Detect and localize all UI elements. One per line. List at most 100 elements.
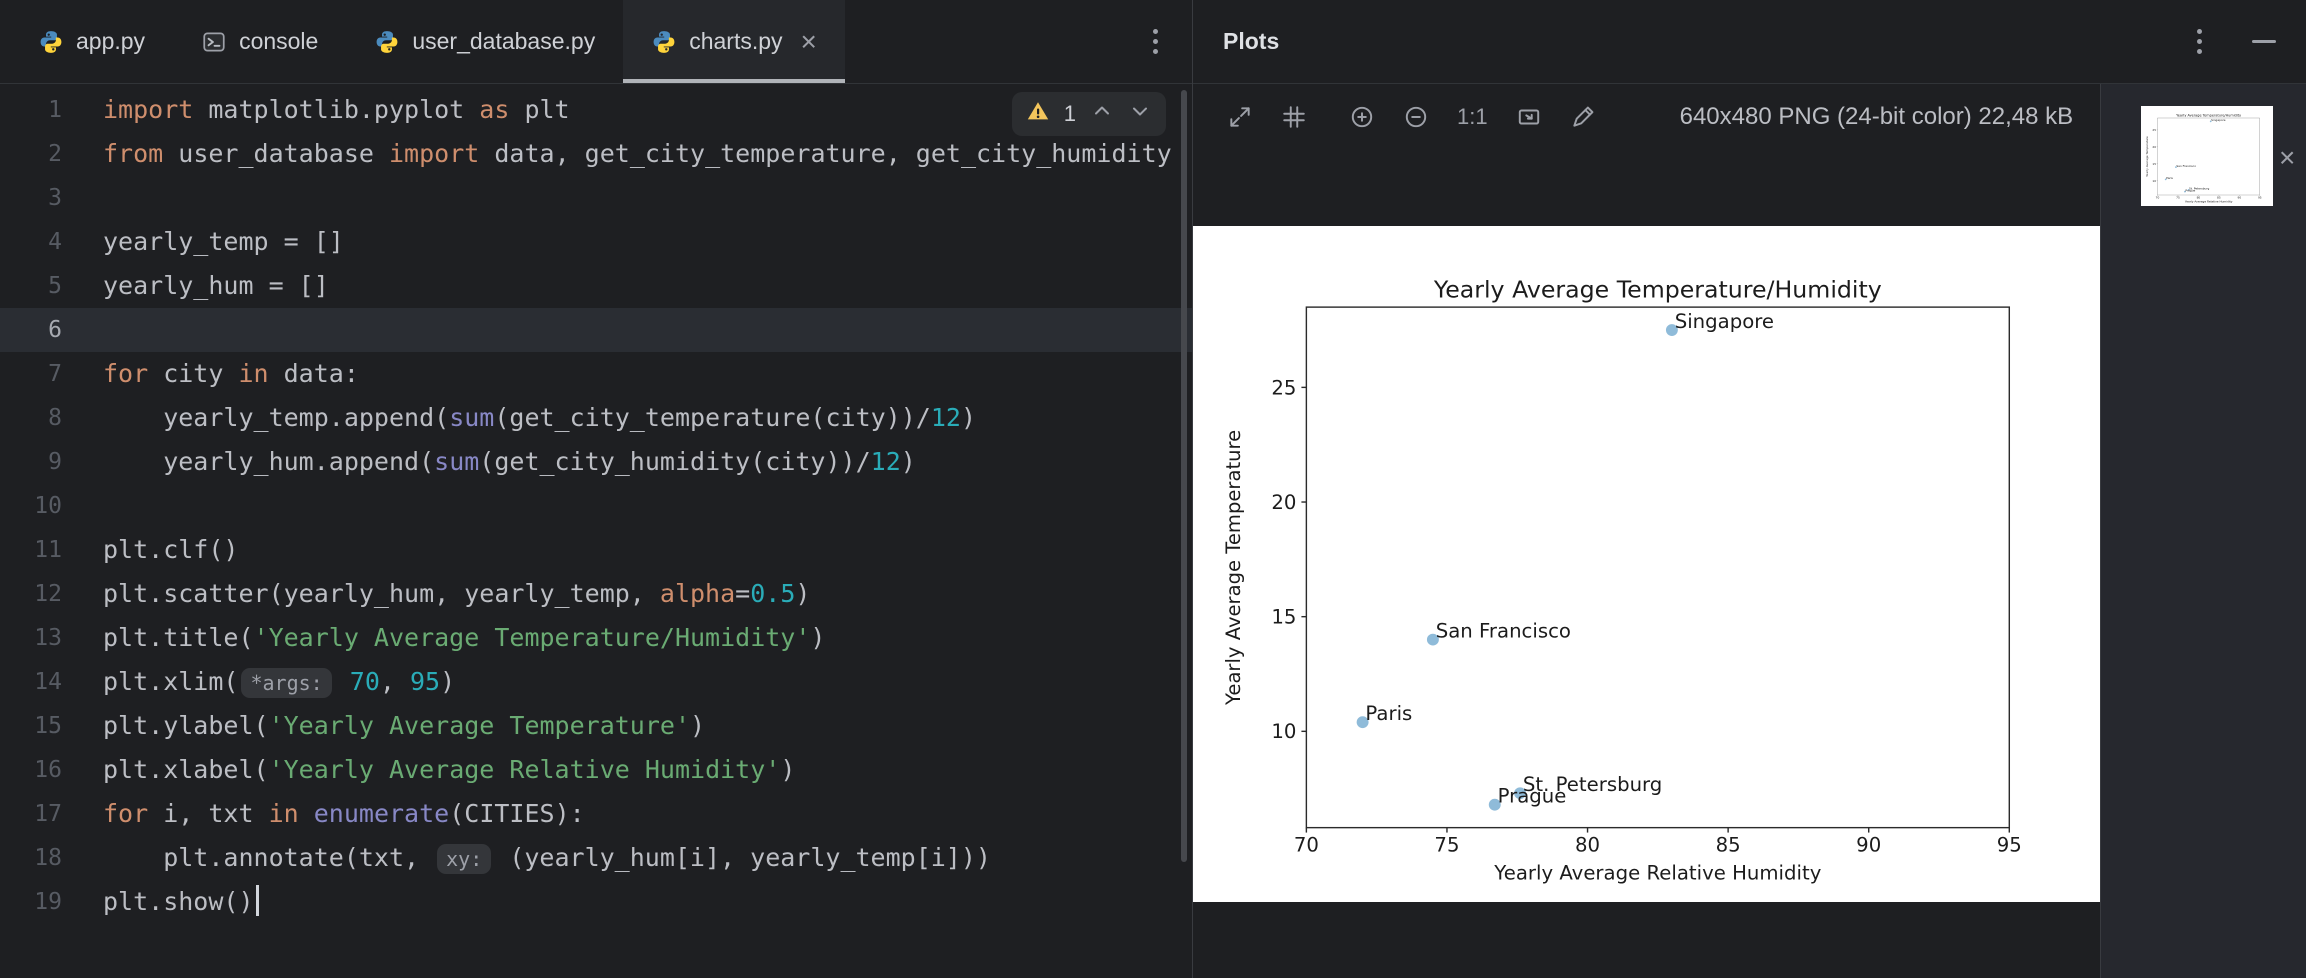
- code-text: from user_database import data, get_city…: [62, 132, 1172, 176]
- tab-label: user_database.py: [412, 28, 595, 55]
- warning-count: 1: [1064, 101, 1076, 127]
- prev-problem-chevron-up-icon[interactable]: [1090, 99, 1114, 129]
- y-tick-label: 20: [2152, 145, 2156, 149]
- close-plot-icon[interactable]: ×: [2279, 144, 2295, 172]
- line-number[interactable]: 2: [0, 132, 62, 176]
- zoom-in-icon[interactable]: [1349, 104, 1375, 130]
- line-number[interactable]: 13: [0, 616, 62, 660]
- crop-grid-icon[interactable]: [1281, 104, 1307, 130]
- code-line[interactable]: 19plt.show(): [0, 880, 1192, 924]
- line-number[interactable]: 17: [0, 792, 62, 836]
- y-tick-label: 25: [2152, 128, 2156, 132]
- tab-options-kebab-icon[interactable]: [1145, 21, 1166, 62]
- editor-scrollbar[interactable]: [1181, 90, 1187, 862]
- code-line[interactable]: 5yearly_hum = []: [0, 264, 1192, 308]
- axes-frame: [1306, 307, 2009, 828]
- plots-options-kebab-icon[interactable]: [2189, 21, 2210, 62]
- code-line[interactable]: 9 yearly_hum.append(sum(get_city_humidit…: [0, 440, 1192, 484]
- line-number[interactable]: 16: [0, 748, 62, 792]
- code-line[interactable]: 3: [0, 176, 1192, 220]
- code-line[interactable]: 10: [0, 484, 1192, 528]
- line-number[interactable]: 10: [0, 484, 62, 528]
- plots-main-area: 1:1 640x480 PNG (24-bit color) 22,48 kB …: [1193, 84, 2100, 978]
- point-label: Singapore: [2211, 118, 2226, 122]
- plots-panel-title: Plots: [1223, 28, 1279, 55]
- tab-user-database-py[interactable]: user_database.py: [346, 0, 623, 83]
- plot-thumbnail[interactable]: Yearly Average Temperature/Humidity70758…: [2141, 106, 2273, 206]
- code-line[interactable]: 4yearly_temp = []: [0, 220, 1192, 264]
- code-line[interactable]: 7for city in data:: [0, 352, 1192, 396]
- tab-console[interactable]: console: [173, 0, 346, 83]
- line-number[interactable]: 14: [0, 660, 62, 704]
- editor-tabbar: app.py console user_database.py charts.p…: [0, 0, 1192, 84]
- code-text: [62, 484, 103, 528]
- plot-thumbnail-strip: Yearly Average Temperature/Humidity70758…: [2100, 84, 2306, 978]
- close-tab-icon[interactable]: ×: [801, 28, 817, 56]
- x-tick-label: 80: [1575, 834, 1600, 857]
- code-line[interactable]: 13plt.title('Yearly Average Temperature/…: [0, 616, 1192, 660]
- code-line[interactable]: 15plt.ylabel('Yearly Average Temperature…: [0, 704, 1192, 748]
- line-number[interactable]: 9: [0, 440, 62, 484]
- zoom-out-icon[interactable]: [1403, 104, 1429, 130]
- fit-to-window-icon[interactable]: [1516, 104, 1542, 130]
- next-problem-chevron-down-icon[interactable]: [1128, 99, 1152, 129]
- eyedropper-icon[interactable]: [1570, 104, 1596, 130]
- line-number[interactable]: 18: [0, 836, 62, 880]
- code-line[interactable]: 12plt.scatter(yearly_hum, yearly_temp, a…: [0, 572, 1192, 616]
- tab-label: console: [239, 28, 318, 55]
- code-line[interactable]: 16plt.xlabel('Yearly Average Relative Hu…: [0, 748, 1192, 792]
- x-tick-label: 85: [2217, 196, 2221, 200]
- code-line[interactable]: 17for i, txt in enumerate(CITIES):: [0, 792, 1192, 836]
- line-number[interactable]: 11: [0, 528, 62, 572]
- code-line[interactable]: 2from user_database import data, get_cit…: [0, 132, 1192, 176]
- python-icon: [38, 29, 64, 55]
- editor-pane: app.py console user_database.py charts.p…: [0, 0, 1193, 978]
- line-number[interactable]: 6: [0, 308, 62, 352]
- line-number[interactable]: 3: [0, 176, 62, 220]
- python-icon: [651, 29, 677, 55]
- code-text: plt.scatter(yearly_hum, yearly_temp, alp…: [62, 572, 810, 616]
- x-axis-label: Yearly Average Relative Humidity: [2185, 200, 2233, 204]
- tab-charts-py[interactable]: charts.py ×: [623, 0, 845, 83]
- code-text: yearly_temp.append(sum(get_city_temperat…: [62, 396, 976, 440]
- point-label: Prague: [1498, 785, 1567, 808]
- x-tick-label: 95: [2258, 196, 2262, 200]
- plot-image[interactable]: Yearly Average Temperature/Humidity70758…: [1193, 226, 2100, 902]
- code-text: import matplotlib.pyplot as plt: [62, 88, 570, 132]
- scatter-plot: Yearly Average Temperature/Humidity70758…: [1193, 226, 2100, 902]
- plot-canvas-zone: Yearly Average Temperature/Humidity70758…: [1193, 150, 2100, 978]
- code-line[interactable]: 14plt.xlim(*args: 70, 95): [0, 660, 1192, 704]
- line-number[interactable]: 12: [0, 572, 62, 616]
- code-line[interactable]: 8 yearly_temp.append(sum(get_city_temper…: [0, 396, 1192, 440]
- inspection-widget: 1: [1012, 92, 1166, 136]
- x-tick-label: 90: [1856, 834, 1881, 857]
- fit-content-icon[interactable]: [1227, 104, 1253, 130]
- code-text: plt.show(): [62, 880, 259, 924]
- tab-app-py[interactable]: app.py: [10, 0, 173, 83]
- line-number[interactable]: 19: [0, 880, 62, 924]
- plot-thumbnail-image: Yearly Average Temperature/Humidity70758…: [2141, 106, 2273, 206]
- minimize-panel-icon[interactable]: [2252, 40, 2276, 43]
- code-line[interactable]: 6: [0, 308, 1192, 352]
- code-line[interactable]: 11plt.clf(): [0, 528, 1192, 572]
- code-line[interactable]: 18 plt.annotate(txt, xy: (yearly_hum[i],…: [0, 836, 1192, 880]
- line-number[interactable]: 4: [0, 220, 62, 264]
- y-tick-label: 15: [2152, 162, 2156, 166]
- warning-icon: [1026, 99, 1050, 129]
- line-number[interactable]: 1: [0, 88, 62, 132]
- line-number[interactable]: 8: [0, 396, 62, 440]
- code-text: plt.ylabel('Yearly Average Temperature'): [62, 704, 705, 748]
- zoom-actual-size-label[interactable]: 1:1: [1457, 104, 1488, 130]
- line-number[interactable]: 5: [0, 264, 62, 308]
- point-label: San Francisco: [2176, 164, 2196, 168]
- code-editor[interactable]: 1import matplotlib.pyplot as plt2from us…: [0, 84, 1192, 978]
- plots-toolbar: 1:1 640x480 PNG (24-bit color) 22,48 kB: [1193, 84, 2100, 150]
- line-number[interactable]: 15: [0, 704, 62, 748]
- y-tick-label: 20: [1271, 491, 1296, 514]
- line-number[interactable]: 7: [0, 352, 62, 396]
- code-text: plt.annotate(txt, xy: (yearly_hum[i], ye…: [62, 836, 991, 880]
- x-tick-label: 75: [1434, 834, 1459, 857]
- text-caret: [256, 885, 259, 916]
- ide-window: app.py console user_database.py charts.p…: [0, 0, 2306, 978]
- x-axis-label: Yearly Average Relative Humidity: [1493, 862, 1821, 885]
